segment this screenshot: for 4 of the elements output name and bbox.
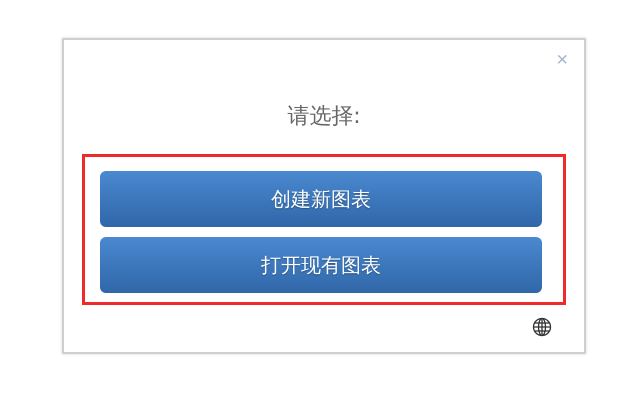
globe-icon[interactable] <box>532 317 552 337</box>
choice-button[interactable]: 创建新图表 <box>100 171 542 227</box>
prompt-text: 请选择: <box>287 104 361 130</box>
choice-button[interactable]: 打开现有图表 <box>100 237 542 293</box>
